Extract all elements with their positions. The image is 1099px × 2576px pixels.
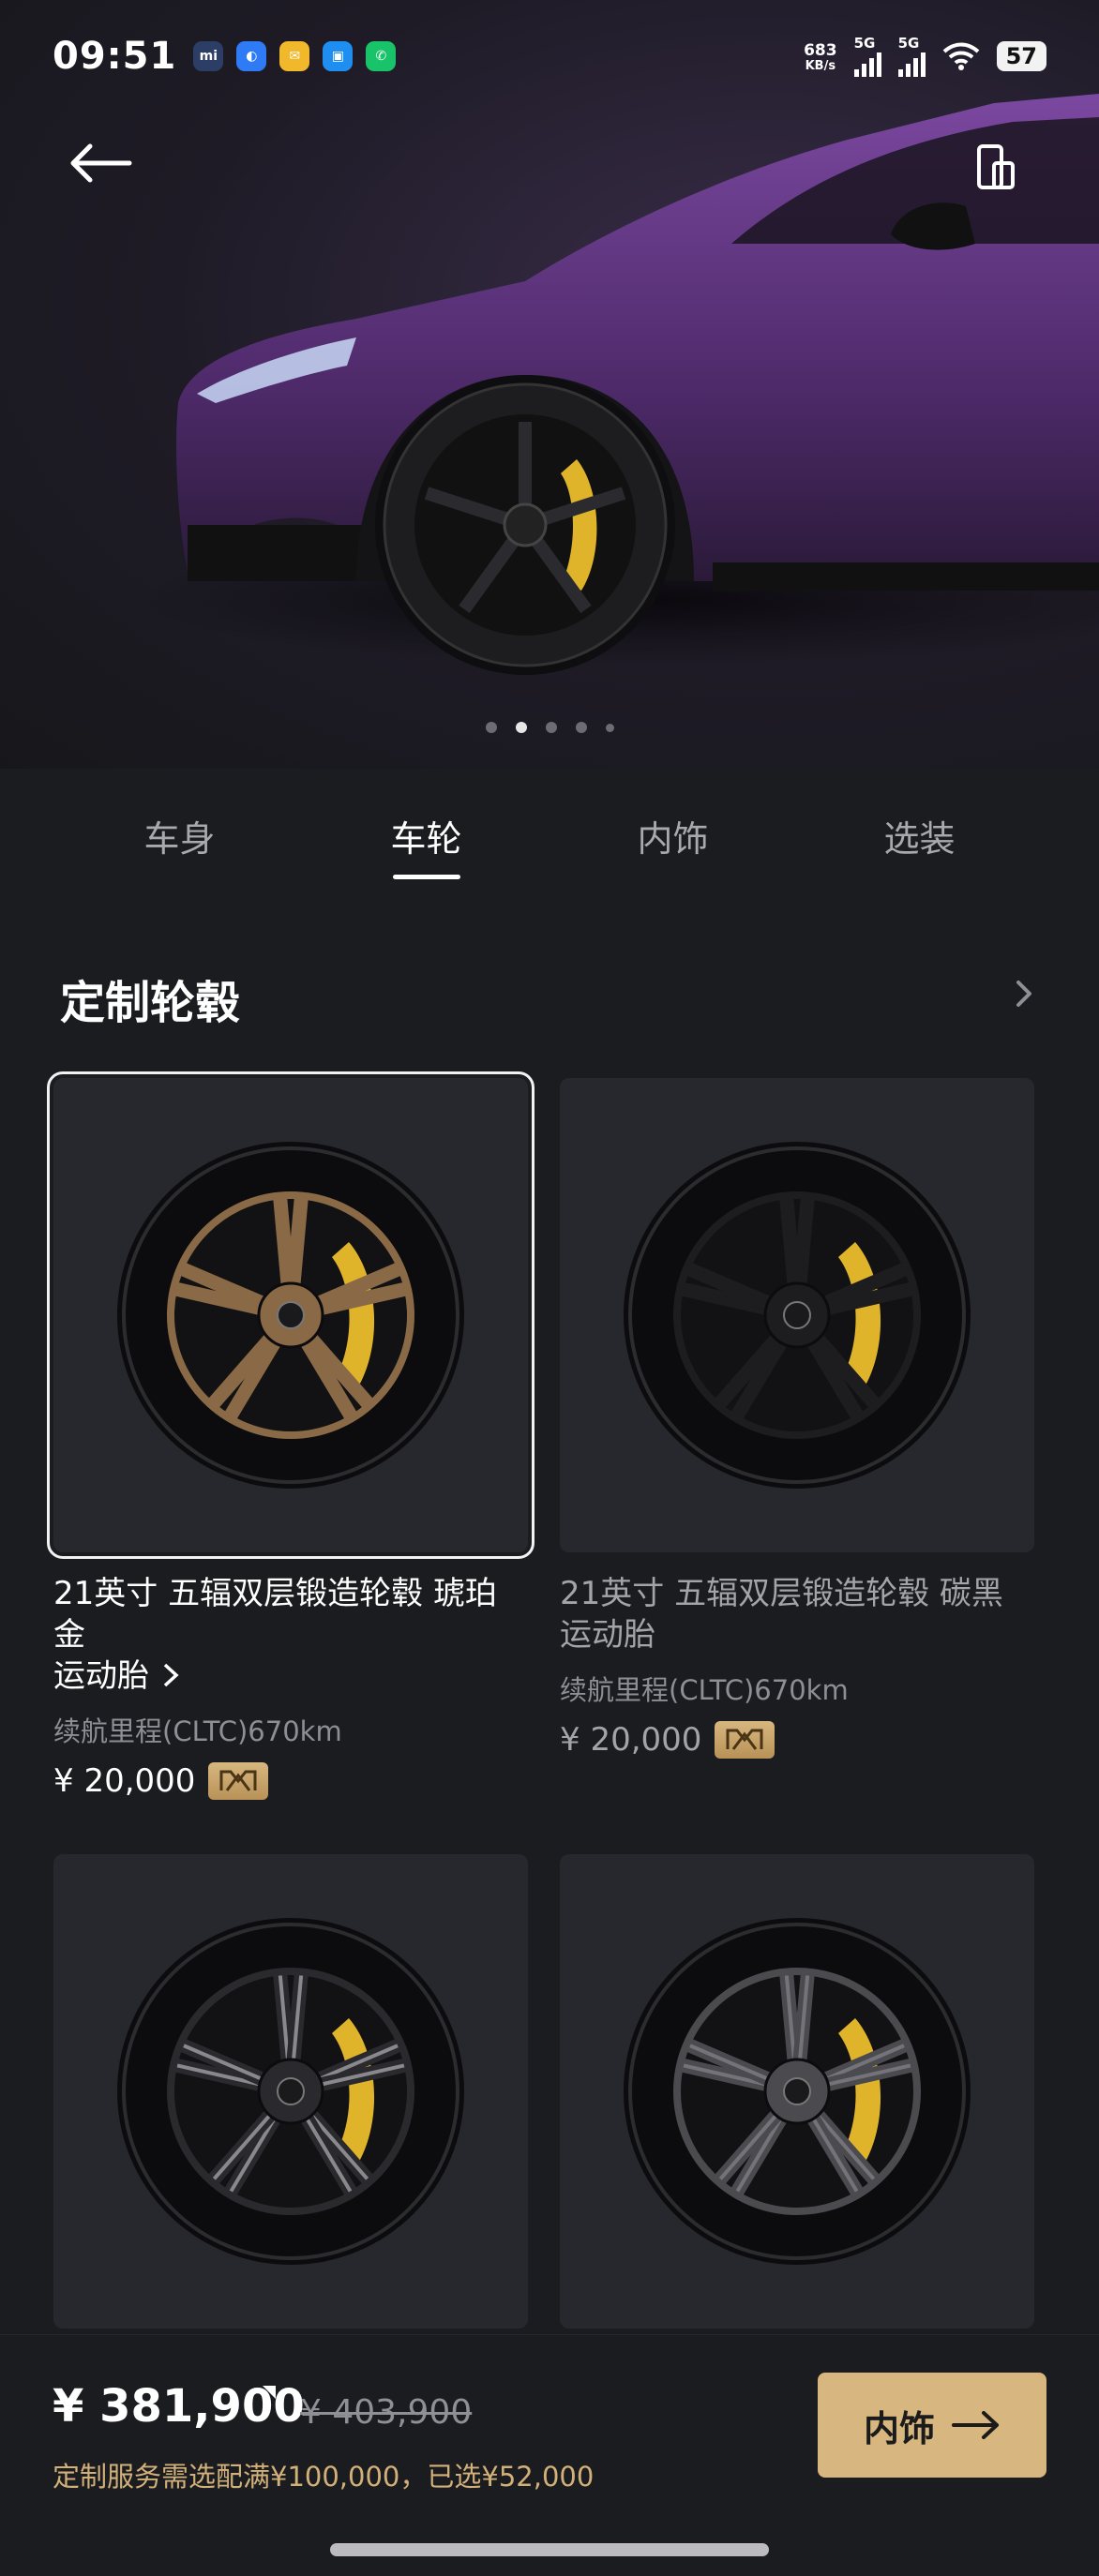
wheel-option-card[interactable]: 21英寸 五辐双层锻造轮毂 琥珀 金 运动胎 续航里程(CLTC)670km ¥… [47,1071,534,1800]
signal-label: 5G [897,34,920,52]
price-detail-corner-icon[interactable] [261,2384,278,2401]
blue-app-icon: ◐ [236,41,267,71]
status-app-icons: mi ◐ ✉ ▣ ✆ [193,41,397,71]
range-label: 续航里程(CLTC)670km [53,1715,342,1747]
wifi-icon [942,42,979,70]
home-indicator[interactable] [330,2543,769,2556]
tab-interior[interactable]: 内饰 [589,797,758,891]
custom-service-note: 定制服务需选配满¥100,000，已选¥52,000 [53,2461,595,2493]
signal-label: 5G [853,34,876,52]
carousel-dot[interactable] [545,722,557,733]
wheel-picture [117,1142,464,1489]
status-time: 09:51 [53,35,177,78]
wheel-image [53,1854,528,2329]
signal-icon: 5G [853,34,881,77]
chevron-right-icon[interactable] [1005,975,1043,1012]
wheel-picture [624,1918,971,2265]
wheel-title: 21英寸 五辐双层锻造轮毂 碳黑 运动胎 [560,1573,1034,1655]
wheel-title-line: 21英寸 五辐双层锻造轮毂 碳黑 [560,1575,1003,1612]
wheel-title-line: 运动胎 [53,1657,149,1695]
mi-app-icon: mi [193,41,224,71]
carousel-dot[interactable] [515,722,527,733]
member-badge-icon [715,1721,775,1759]
next-step-button[interactable]: 内饰 [818,2373,1046,2478]
carousel-dot[interactable] [575,722,587,733]
wheel-title: 21英寸 五辐双层锻造轮毂 琥珀 金 运动胎 [53,1573,528,1697]
config-tabs: 车身 车轮 内饰 选装 [0,797,1099,891]
car-illustration [131,94,1099,675]
wheel-picture [117,1918,464,2265]
price: ¥ 20,000 [53,1762,196,1800]
device-rotate-button[interactable] [968,141,1043,216]
tab-options[interactable]: 选装 [836,797,1004,891]
network-speed: 683 KB/s [804,41,837,72]
wheel-title-line: 21英寸 五辐双层锻造轮毂 琥珀 [53,1575,497,1612]
wheel-image [560,1854,1034,2329]
section-title: 定制轮毂 [60,977,241,1029]
range-label: 续航里程(CLTC)670km [560,1674,849,1706]
network-speed-value: 683 [804,40,837,60]
wheel-picture [624,1142,971,1489]
network-speed-unit: KB/s [805,58,836,73]
wheel-image [560,1078,1034,1552]
wheel-option-card[interactable] [53,1854,528,2329]
blue-square-app-icon: ▣ [323,41,354,71]
carousel-indicator [0,722,1099,733]
tab-body[interactable]: 车身 [96,797,264,891]
mail-app-icon: ✉ [279,41,310,71]
wheel-title-line: 金 [53,1616,85,1654]
phone-landscape-icon [977,144,1015,189]
carousel-dot[interactable] [485,722,497,733]
bottom-price-bar: ¥ 381,900 ¥ 403,900 定制服务需选配满¥100,000，已选¥… [0,2334,1099,2576]
member-badge-icon [208,1762,269,1800]
price: ¥ 20,000 [560,1721,702,1759]
wheel-image [47,1071,534,1559]
back-button[interactable] [66,141,150,216]
status-bar: 09:51 mi ◐ ✉ ▣ ✆ 683 KB/s 5G 5G 57 [0,0,1099,112]
wheel-option-card[interactable] [560,1854,1034,2329]
arrow-right-icon [952,2411,999,2439]
wheel-option-card[interactable]: 21英寸 五辐双层锻造轮毂 碳黑 运动胎 续航里程(CLTC)670km ¥ 2… [560,1078,1034,1759]
tab-wheels[interactable]: 车轮 [342,797,511,891]
signal-icon: 5G [897,34,926,77]
wheel-title-line: 运动胎 [560,1616,655,1654]
carousel-dot[interactable] [605,723,614,732]
green-phone-app-icon: ✆ [366,41,397,71]
battery-indicator: 57 [996,41,1046,71]
hero-car-image [0,0,1099,769]
original-price: ¥ 403,900 [300,2393,473,2432]
chevron-right-icon[interactable] [159,1661,184,1689]
next-step-label: 内饰 [863,2407,935,2449]
back-arrow-icon [70,143,132,183]
